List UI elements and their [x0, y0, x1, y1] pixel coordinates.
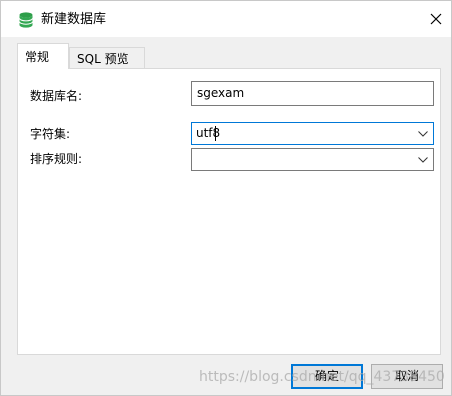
text-caret [215, 126, 216, 141]
database-icon [19, 12, 33, 28]
chevron-down-icon[interactable] [414, 123, 431, 144]
db-name-input[interactable]: sgexam [191, 81, 434, 106]
cancel-button[interactable]: 取消 [371, 364, 443, 389]
ok-button[interactable]: 确定 [291, 364, 363, 389]
collation-select[interactable] [191, 148, 434, 171]
close-icon[interactable] [430, 13, 442, 28]
title-bar: 新建数据库 [1, 1, 451, 37]
chevron-down-icon[interactable] [414, 149, 431, 170]
tab-general[interactable]: 常规 [17, 43, 69, 69]
dialog-title: 新建数据库 [41, 12, 107, 27]
collation-label: 排序规则: [30, 152, 83, 166]
tab-sql-preview[interactable]: SQL 预览 [69, 47, 145, 69]
charset-select[interactable]: utf8 [191, 122, 434, 145]
new-database-dialog: 新建数据库 常规 SQL 预览 数据库名: sgexam 字符集: utf8 排… [0, 0, 452, 396]
general-panel: 数据库名: sgexam 字符集: utf8 排序规则: [17, 68, 441, 355]
charset-label: 字符集: [30, 127, 71, 141]
close-button[interactable] [421, 7, 451, 33]
db-name-label: 数据库名: [30, 89, 83, 103]
charset-value: utf8 [196, 126, 221, 140]
